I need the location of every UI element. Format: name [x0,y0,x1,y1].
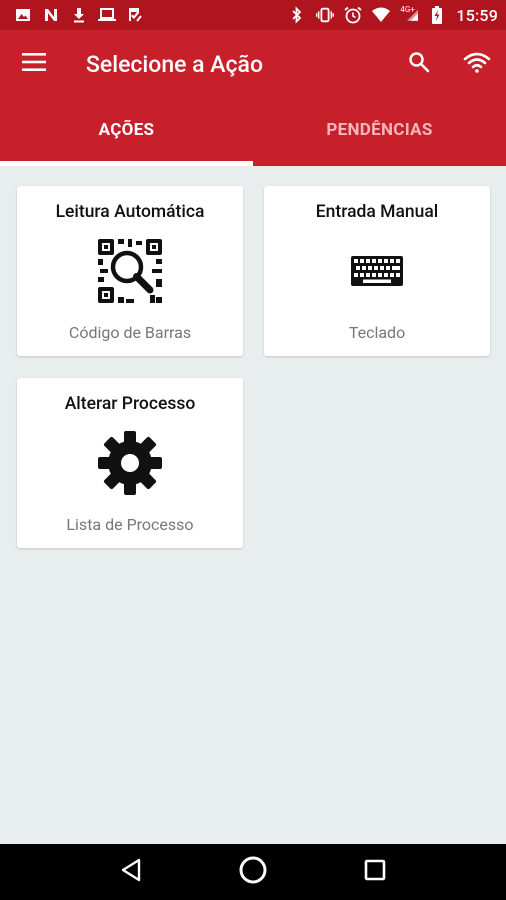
app-bar: Selecione a Ação [0,30,506,98]
search-button[interactable] [390,30,448,98]
wifi-status-icon [372,6,391,24]
back-icon [120,858,142,886]
card-entrada-manual[interactable]: Entrada Manual Teclado [264,186,490,356]
app-bar-actions [390,30,506,98]
tab-label: PENDÊNCIAS [326,120,433,140]
network-type-label: 4G+ [400,4,415,14]
home-button[interactable] [225,844,281,900]
page-title: Selecione a Ação [86,50,264,78]
vibrate-icon [316,6,335,24]
search-icon [408,51,430,77]
card-subtitle: Teclado [348,323,406,342]
card-title: Entrada Manual [315,202,439,222]
qr-search-icon [95,236,165,306]
keyboard-icon [342,236,412,306]
tab-bar: AÇÕES PENDÊNCIAS [0,98,506,166]
laptop-icon [98,6,116,24]
clock-time: 15:59 [456,5,498,25]
n-app-icon [42,6,60,24]
image-icon [14,6,32,24]
actions-grid: Leitura Automática Código de Barras Entr… [0,166,506,844]
tab-label: AÇÕES [98,120,155,140]
tab-pendencias[interactable]: PENDÊNCIAS [253,98,506,166]
card-title: Leitura Automática [55,202,205,222]
battery-icon [428,6,446,24]
tab-acoes[interactable]: AÇÕES [0,98,253,166]
bluetooth-icon [288,6,306,24]
card-title: Alterar Processo [64,394,196,414]
wifi-button[interactable] [448,30,506,98]
notification-icons [14,6,144,24]
card-subtitle: Código de Barras [68,323,192,342]
gear-icon [95,428,165,498]
recents-button[interactable] [347,844,403,900]
navigation-bar [0,844,506,900]
wifi-icon [463,51,491,77]
card-alterar-processo[interactable]: Alterar Processo Lista de Processo [17,378,243,548]
home-icon [238,855,268,889]
back-button[interactable] [103,844,159,900]
card-leitura-automatica[interactable]: Leitura Automática Código de Barras [17,186,243,356]
menu-button[interactable] [0,30,68,98]
recents-icon [364,859,386,885]
system-icons: 4G+ 15:59 [288,4,498,25]
card-subtitle: Lista de Processo [66,515,194,534]
alarm-icon [344,6,362,24]
download-icon [70,6,88,24]
menu-icon [22,53,46,75]
signal-icon: 4G+ [400,4,419,24]
clipboard-check-icon [126,6,144,24]
status-bar: 4G+ 15:59 [0,0,506,30]
